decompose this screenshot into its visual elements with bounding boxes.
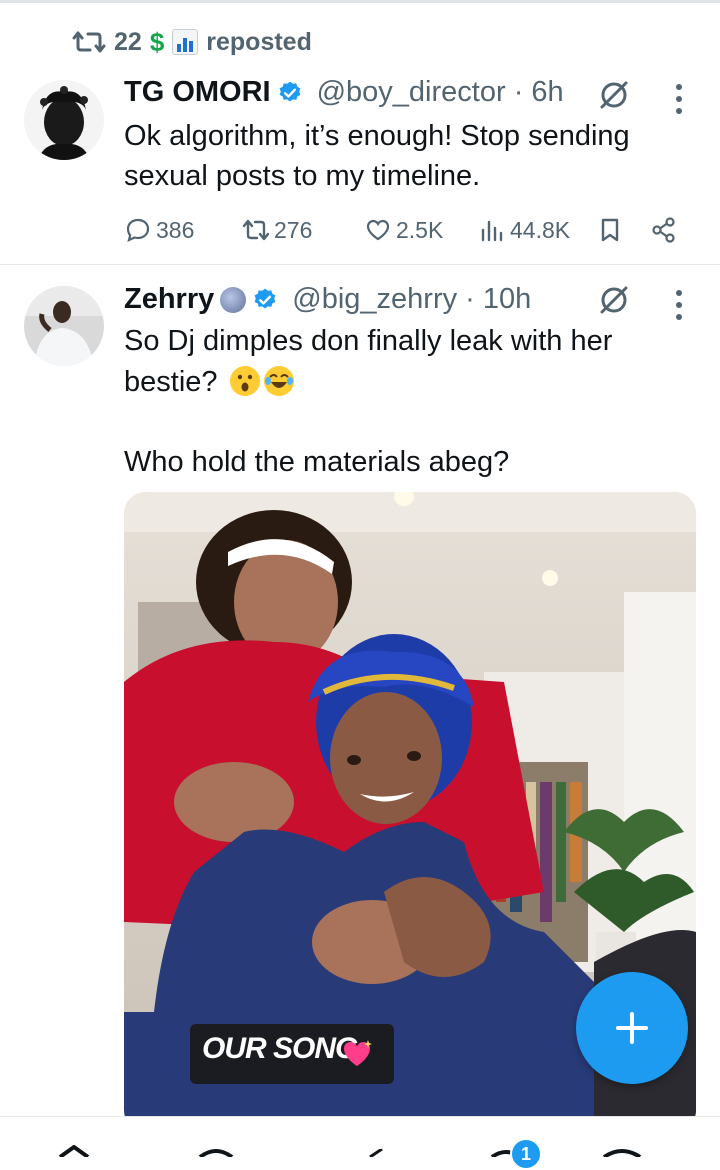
video-caption-text: OUR SONG — [202, 1032, 358, 1065]
more-options-icon[interactable] — [676, 84, 684, 114]
views-button[interactable]: 44.8K — [478, 210, 570, 250]
repost-icon — [242, 219, 270, 241]
repost-button[interactable]: 276 — [242, 210, 312, 250]
home-icon[interactable] — [54, 1145, 94, 1157]
messages-icon[interactable] — [600, 1147, 644, 1157]
grok-icon[interactable] — [598, 284, 630, 316]
surprised-face-emoji — [229, 366, 260, 396]
post-divider — [0, 264, 720, 265]
author-name[interactable]: TG OMORI — [124, 76, 271, 109]
avatar-image — [24, 286, 104, 366]
bookmark-icon[interactable] — [596, 216, 624, 244]
post-author-line: Zehrry @big_zehrry · 10h — [124, 283, 531, 316]
avatar[interactable] — [24, 80, 104, 160]
avatar-image — [24, 80, 104, 160]
views-icon — [481, 220, 503, 242]
grok-nav-icon[interactable] — [368, 1149, 388, 1157]
views-count: 44.8K — [510, 216, 571, 243]
reply-count: 386 — [156, 216, 195, 243]
like-button[interactable]: 2.5K — [364, 210, 443, 250]
post-text-line: bestie? — [124, 362, 294, 402]
like-count: 2.5K — [396, 216, 444, 243]
sparkling-heart-emoji — [344, 1040, 372, 1066]
verified-badge-icon — [279, 81, 301, 102]
reply-button[interactable]: 386 — [124, 210, 194, 250]
dollar-icon: $ — [149, 26, 165, 57]
post-text-line: So Dj dimples don finally leak with her — [124, 325, 613, 357]
top-divider — [0, 0, 720, 3]
plus-icon — [616, 1012, 648, 1044]
author-handle[interactable]: @boy_director · 6h — [317, 76, 564, 109]
repost-count: 22 — [114, 27, 142, 56]
bar-chart-icon — [172, 29, 199, 55]
repost-count: 276 — [274, 216, 313, 243]
post-actions: 386 276 2.5K 44.8K — [124, 210, 684, 250]
more-options-icon[interactable] — [676, 290, 684, 320]
repost-icon — [72, 31, 106, 53]
notification-badge: 1 — [510, 1138, 542, 1170]
verified-badge-icon — [254, 288, 276, 309]
author-name[interactable]: Zehrry — [124, 283, 214, 316]
reply-icon — [126, 218, 150, 242]
author-handle[interactable]: @big_zehrry · 10h — [292, 283, 531, 316]
post-text-line: Who hold the materials abeg? — [124, 446, 510, 478]
bottom-navigation — [0, 1116, 720, 1157]
grok-icon[interactable] — [598, 79, 630, 111]
share-icon[interactable] — [650, 216, 678, 244]
repost-indicator[interactable]: 22 $ reposted — [72, 24, 312, 60]
heart-icon — [366, 219, 390, 241]
moon-face-emoji — [220, 286, 247, 313]
tears-of-joy-emoji — [263, 366, 294, 396]
post-text-fragment: bestie? — [124, 366, 218, 398]
search-icon[interactable] — [196, 1147, 236, 1157]
post-author-line: TG OMORI @boy_director · 6h — [124, 76, 564, 109]
avatar[interactable] — [24, 286, 104, 366]
repost-label: reposted — [206, 27, 312, 56]
compose-post-button[interactable] — [576, 972, 688, 1084]
post-text: Ok algorithm, it’s enough! Stop sending … — [124, 120, 630, 192]
